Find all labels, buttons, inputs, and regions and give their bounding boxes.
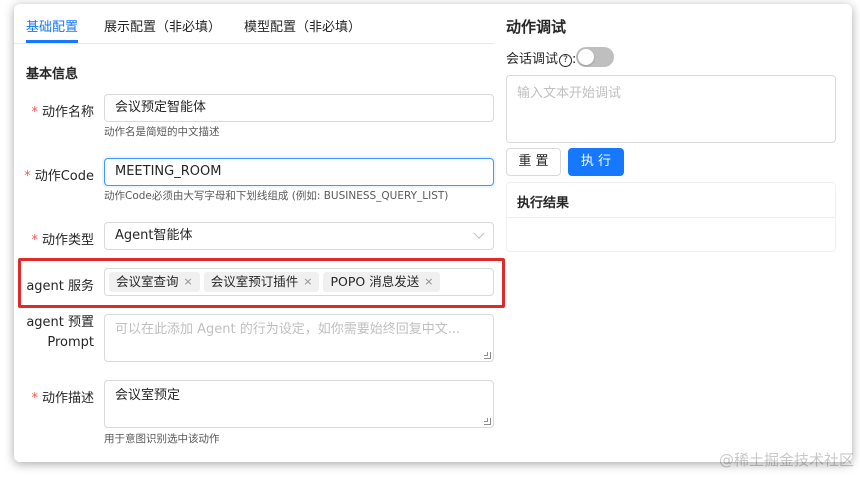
action-desc-label: * 动作描述: [31, 387, 94, 406]
tab-display-config[interactable]: 展示配置（非必填）: [104, 16, 221, 35]
agent-service-label: agent 服务: [26, 279, 94, 294]
debug-text-input[interactable]: 输入文本开始调试: [506, 75, 836, 143]
required-mark: *: [31, 391, 38, 406]
action-type-label-text: 动作类型: [41, 233, 94, 248]
action-code-label-text: 动作Code: [34, 169, 94, 184]
result-panel: 执行结果: [506, 182, 836, 252]
session-debug-toggle[interactable]: [576, 47, 614, 67]
action-name-label-text: 动作名称: [41, 105, 94, 120]
session-debug-label: 会话调试?:: [506, 48, 576, 67]
required-mark: *: [31, 233, 38, 248]
action-desc-value: 会议室预定: [115, 388, 181, 403]
resize-handle-icon[interactable]: [484, 418, 491, 425]
tag-popo-message-send: POPO 消息发送 ×: [323, 272, 441, 292]
action-desc-textarea[interactable]: 会议室预定: [104, 380, 494, 428]
watermark: @稀土掘金技术社区: [718, 451, 854, 469]
required-mark: *: [24, 169, 31, 184]
action-type-label: * 动作类型: [31, 229, 94, 248]
tab-basic-config[interactable]: 基础配置: [26, 16, 78, 35]
action-type-value: Agent智能体: [115, 228, 193, 243]
agent-prompt-label-line2: Prompt: [47, 335, 94, 350]
agent-prompt-label: agent 预置 Prompt: [26, 313, 94, 353]
action-name-label: * 动作名称: [31, 101, 94, 120]
tag-label: POPO 消息发送: [330, 274, 420, 289]
debug-title: 动作调试: [506, 18, 567, 36]
action-desc-help: 用于意图识别选中该动作: [104, 433, 220, 445]
action-code-input[interactable]: MEETING_ROOM: [104, 158, 494, 186]
action-code-help: 动作Code必须由大写字母和下划线组成 (例如: BUSINESS_QUERY_…: [104, 190, 449, 202]
chevron-down-icon: [473, 227, 485, 239]
result-title: 执行结果: [507, 183, 835, 218]
tag-label: 会议室查询: [116, 274, 179, 289]
run-button[interactable]: 执 行: [568, 148, 624, 176]
action-type-select[interactable]: Agent智能体: [104, 222, 494, 250]
config-tabs: 基础配置 展示配置（非必填） 模型配置（非必填）: [14, 4, 494, 44]
app-window: 基础配置 展示配置（非必填） 模型配置（非必填） 基本信息 * 动作名称 会议预定…: [14, 4, 852, 462]
close-icon[interactable]: ×: [303, 273, 312, 291]
action-desc-label-text: 动作描述: [41, 391, 94, 406]
close-icon[interactable]: ×: [184, 273, 193, 291]
required-mark: *: [31, 105, 38, 120]
active-tab-indicator: [26, 40, 78, 43]
action-code-label: * 动作Code: [24, 165, 94, 184]
resize-handle-icon[interactable]: [484, 352, 491, 359]
tag-meeting-room-query: 会议室查询 ×: [109, 272, 200, 292]
agent-prompt-label-line1: agent 预置: [26, 315, 94, 330]
question-icon[interactable]: ?: [559, 54, 573, 67]
agent-prompt-textarea[interactable]: 可以在此添加 Agent 的行为设定，如你需要始终回复中文...: [104, 314, 494, 362]
reset-button[interactable]: 重 置: [506, 148, 561, 176]
toggle-knob: [578, 49, 594, 65]
agent-prompt-placeholder: 可以在此添加 Agent 的行为设定，如你需要始终回复中文...: [115, 322, 461, 337]
action-name-input[interactable]: 会议预定智能体: [104, 94, 494, 122]
tag-label: 会议室预订插件: [210, 274, 299, 289]
session-debug-label-text: 会话调试: [506, 52, 559, 67]
section-title: 基本信息: [26, 67, 79, 82]
tab-model-config[interactable]: 模型配置（非必填）: [244, 16, 361, 35]
agent-service-select[interactable]: 会议室查询 × 会议室预订插件 × POPO 消息发送 ×: [104, 268, 494, 296]
action-name-help: 动作名是简短的中文描述: [104, 126, 220, 138]
tag-meeting-room-booking-plugin: 会议室预订插件 ×: [203, 272, 320, 292]
close-icon[interactable]: ×: [424, 273, 433, 291]
